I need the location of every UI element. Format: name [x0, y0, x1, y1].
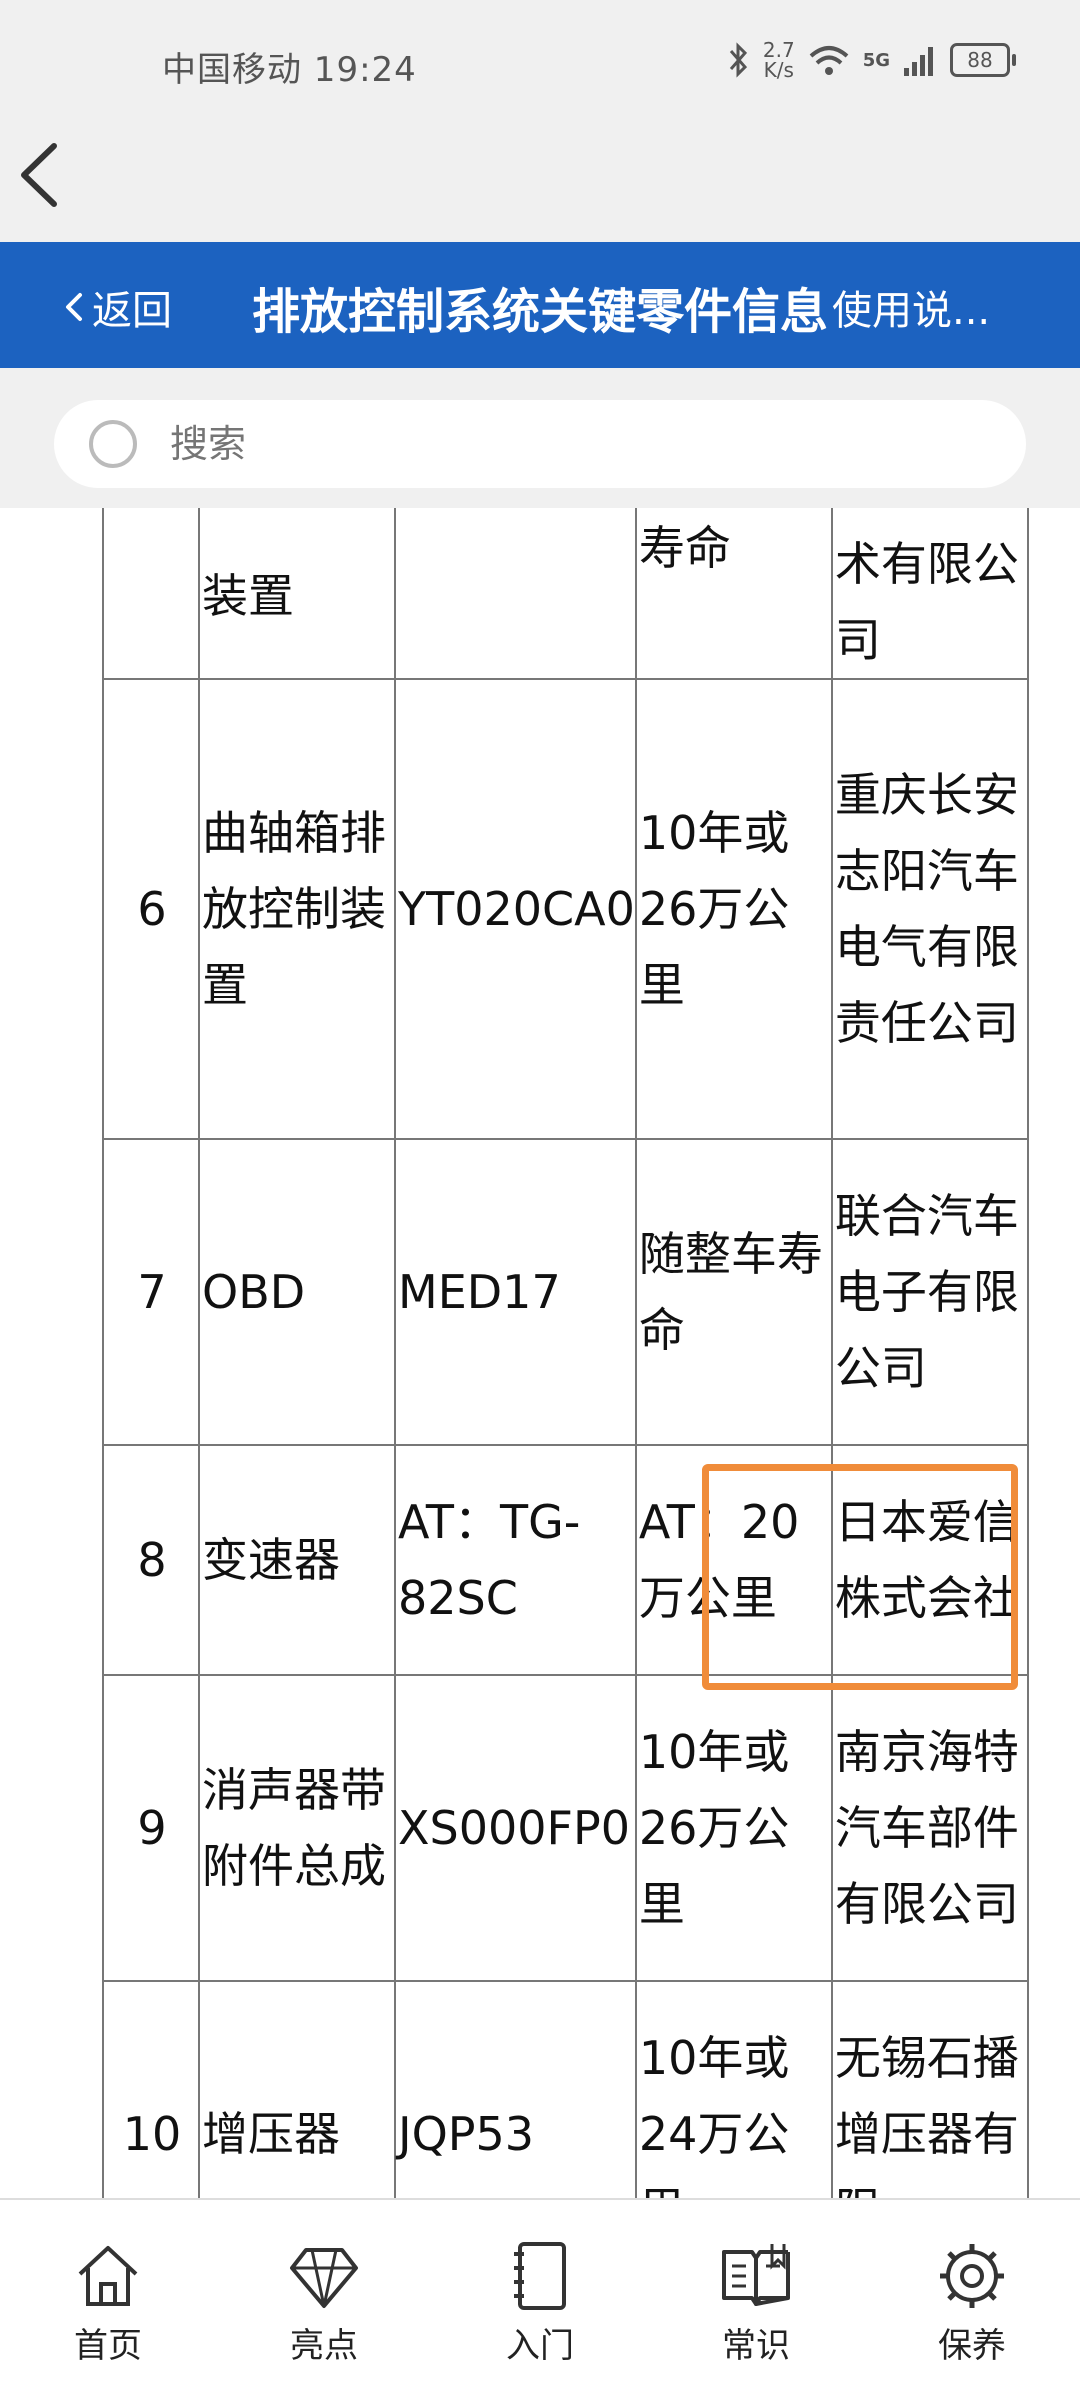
row-number: 10 [102, 1980, 200, 2198]
part-life: 10年或26万公里 [634, 678, 833, 1140]
part-model: YT020CA0 [394, 678, 637, 1140]
network-speed: 2.7 K/s [762, 38, 795, 82]
tab-label: 亮点 [290, 2325, 358, 2366]
notebook-icon [514, 2241, 566, 2310]
part-model [394, 508, 637, 680]
back-button[interactable]: 返回 [62, 278, 172, 336]
highlight-annotation [702, 1464, 1018, 1690]
search-area [0, 368, 1080, 508]
part-life: 随整车寿命 [634, 1138, 833, 1446]
tab-label: 入门 [506, 2325, 574, 2366]
gear-icon [940, 2243, 1004, 2308]
table-row: 7 OBD MED17 随整车寿命 联合汽车电子有限公司 [102, 1138, 1029, 1446]
part-maker: 术有限公司 [830, 508, 1029, 680]
status-icons: 2.7 K/s 5G 88 [727, 38, 1016, 82]
tab-highlights[interactable]: 亮点 [284, 2236, 364, 2367]
page-title: 排放控制系统关键零件信息 [252, 284, 829, 340]
bluetooth-icon [729, 42, 747, 78]
tab-label: 常识 [722, 2325, 790, 2366]
parts-table-container: 装置 寿命 术有限公司 6 曲轴箱排放控制装置 YT020CA0 10年或26万… [102, 508, 1029, 2198]
parts-table: 装置 寿命 术有限公司 6 曲轴箱排放控制装置 YT020CA0 10年或26万… [102, 508, 1029, 2198]
part-life: 寿命 [634, 508, 833, 680]
row-number: 7 [102, 1138, 200, 1446]
back-label: 返回 [92, 288, 172, 334]
table-row: 10 增压器 JQP53 10年或24万公里 无锡石播增压器有限 [102, 1980, 1029, 2198]
part-maker: 重庆长安志阳汽车电气有限责任公司 [830, 678, 1029, 1140]
tab-home[interactable]: 首页 [68, 2236, 148, 2367]
table-row: 9 消声器带附件总成 XS000FP0 10年或26万公里 南京海特汽车部件有限… [102, 1674, 1029, 1982]
navigation-bar [0, 110, 1080, 242]
search-icon [89, 420, 137, 468]
part-maker: 联合汽车电子有限公司 [830, 1138, 1029, 1446]
book-icon [722, 2243, 790, 2306]
part-model: XS000FP0 [394, 1674, 637, 1982]
tab-knowledge[interactable]: 常识 [716, 2236, 796, 2367]
status-bar: 中国移动 19:24 2.7 K/s 5G 88 [0, 0, 1080, 110]
tab-label: 首页 [74, 2325, 142, 2366]
diamond-icon [290, 2247, 358, 2308]
part-name: 变速器 [198, 1444, 396, 1676]
search-input[interactable] [168, 421, 972, 467]
part-name: 增压器 [198, 1980, 396, 2198]
part-model: AT：TG-82SC [394, 1444, 637, 1676]
table-row: 6 曲轴箱排放控制装置 YT020CA0 10年或26万公里 重庆长安志阳汽车电… [102, 678, 1029, 1140]
battery-indicator: 88 [950, 43, 1016, 77]
help-button[interactable]: 使用说... [832, 278, 990, 336]
parts-table-area[interactable]: 装置 寿命 术有限公司 6 曲轴箱排放控制装置 YT020CA0 10年或26万… [0, 508, 1080, 2198]
part-name: OBD [198, 1138, 396, 1446]
row-number: 6 [102, 678, 200, 1140]
tab-maintenance[interactable]: 保养 [932, 2236, 1012, 2367]
row-number: 9 [102, 1674, 200, 1982]
part-life: 10年或24万公里 [634, 1980, 833, 2198]
title-bar: 返回 排放控制系统关键零件信息 使用说... [0, 242, 1080, 368]
carrier-time: 中国移动 19:24 [162, 50, 417, 90]
part-life: 10年或26万公里 [634, 1674, 833, 1982]
part-model: JQP53 [394, 1980, 637, 2198]
chevron-left-icon [66, 293, 82, 321]
wifi-icon [809, 46, 849, 75]
row-number [102, 508, 200, 680]
home-icon [78, 2245, 138, 2306]
signal-icon [904, 47, 933, 76]
part-model: MED17 [394, 1138, 637, 1446]
tab-intro[interactable]: 入门 [500, 2236, 580, 2367]
part-maker: 无锡石播增压器有限 [830, 1980, 1029, 2198]
bottom-navigation: 首页 亮点 入门 常识 保养 [0, 2198, 1080, 2402]
part-name: 消声器带附件总成 [198, 1674, 396, 1982]
part-maker: 南京海特汽车部件有限公司 [830, 1674, 1029, 1982]
row-number: 8 [102, 1444, 200, 1676]
part-name: 装置 [198, 508, 396, 680]
network-type: 5G [862, 49, 890, 71]
back-arrow-icon[interactable] [12, 140, 72, 210]
part-name: 曲轴箱排放控制装置 [198, 678, 396, 1140]
table-row: 装置 寿命 术有限公司 [102, 508, 1029, 680]
tab-label: 保养 [938, 2325, 1006, 2366]
search-box[interactable] [54, 400, 1026, 488]
